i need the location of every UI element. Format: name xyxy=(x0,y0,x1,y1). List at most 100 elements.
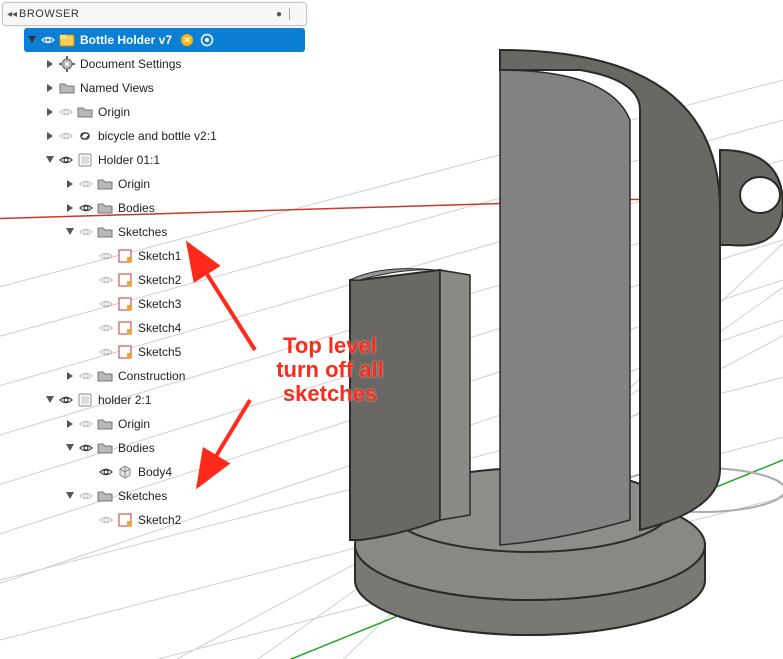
tree-row-holder1-origin[interactable]: Origin xyxy=(4,172,305,196)
expand-toggle[interactable] xyxy=(64,418,76,430)
folder-icon xyxy=(96,415,114,433)
link-icon xyxy=(76,127,94,145)
folder-icon xyxy=(96,367,114,385)
tree-row-document-settings[interactable]: Document Settings xyxy=(4,52,305,76)
browser-title: BROWSER xyxy=(19,8,273,20)
component-icon xyxy=(76,151,94,169)
visibility-toggle[interactable] xyxy=(78,488,94,504)
node-label: Sketch5 xyxy=(136,345,181,359)
visibility-toggle[interactable] xyxy=(58,104,74,120)
visibility-toggle[interactable] xyxy=(98,272,114,288)
folder-icon xyxy=(96,199,114,217)
node-label: Named Views xyxy=(78,81,154,95)
node-label: Origin xyxy=(116,177,150,191)
component-icon xyxy=(76,391,94,409)
expand-toggle[interactable] xyxy=(44,394,56,406)
expand-toggle[interactable] xyxy=(64,490,76,502)
sketch-icon xyxy=(116,295,134,313)
tree-row-sketch[interactable]: Sketch3 xyxy=(4,292,305,316)
node-label: Construction xyxy=(116,369,185,383)
visibility-toggle[interactable] xyxy=(58,128,74,144)
expand-toggle[interactable] xyxy=(64,178,76,190)
visibility-toggle[interactable] xyxy=(78,416,94,432)
tree-row-holder2[interactable]: holder 2:1 xyxy=(4,388,305,412)
node-label: Bodies xyxy=(116,201,155,215)
visibility-toggle[interactable] xyxy=(78,224,94,240)
expand-toggle[interactable] xyxy=(64,226,76,238)
tree-row-holder1-bodies[interactable]: Bodies xyxy=(4,196,305,220)
sketch-icon xyxy=(116,247,134,265)
folder-icon xyxy=(76,103,94,121)
node-label: Sketch2 xyxy=(136,273,181,287)
expand-toggle[interactable] xyxy=(26,34,38,46)
body-icon xyxy=(116,463,134,481)
node-label: Sketches xyxy=(116,489,167,503)
tree-row-holder2-sketches[interactable]: Sketches xyxy=(4,484,305,508)
node-label: Document Settings xyxy=(78,57,181,71)
visibility-toggle[interactable] xyxy=(98,320,114,336)
component-icon xyxy=(58,31,76,49)
visibility-toggle[interactable] xyxy=(58,152,74,168)
visibility-toggle[interactable] xyxy=(98,296,114,312)
expand-toggle[interactable] xyxy=(44,82,56,94)
tree-row-holder2-bodies[interactable]: Bodies xyxy=(4,436,305,460)
node-label: Origin xyxy=(116,417,150,431)
rewind-icon[interactable]: ◂◂ xyxy=(5,9,19,20)
browser-header[interactable]: ◂◂ BROWSER ● xyxy=(2,2,307,26)
visibility-toggle[interactable] xyxy=(98,512,114,528)
tree-row-sketch[interactable]: Sketch2 xyxy=(4,508,305,532)
node-label: Holder 01:1 xyxy=(96,153,160,167)
target-icon[interactable] xyxy=(198,31,216,49)
sketch-icon xyxy=(116,271,134,289)
settings-bar-icon[interactable] xyxy=(289,8,302,20)
visibility-toggle[interactable] xyxy=(78,368,94,384)
node-label: Sketch4 xyxy=(136,321,181,335)
expand-toggle[interactable] xyxy=(64,442,76,454)
node-label: Sketches xyxy=(116,225,167,239)
node-label: bicycle and bottle v2:1 xyxy=(96,129,217,143)
tree-row-origin[interactable]: Origin xyxy=(4,100,305,124)
tree-row-holder1[interactable]: Holder 01:1 xyxy=(4,148,305,172)
expand-toggle[interactable] xyxy=(64,202,76,214)
sketch-icon xyxy=(116,511,134,529)
tree-row-sketch[interactable]: Sketch1 xyxy=(4,244,305,268)
tree-row-named-views[interactable]: Named Views xyxy=(4,76,305,100)
visibility-toggle[interactable] xyxy=(40,32,56,48)
tree-row-construction[interactable]: Construction xyxy=(4,364,305,388)
visibility-toggle[interactable] xyxy=(98,248,114,264)
folder-icon xyxy=(58,79,76,97)
tree-row-sketch[interactable]: Sketch2 xyxy=(4,268,305,292)
warning-icon[interactable]: ✕ xyxy=(178,31,196,49)
tree-row-holder1-sketches[interactable]: Sketches xyxy=(4,220,305,244)
svg-text:✕: ✕ xyxy=(183,35,191,45)
gear-icon xyxy=(58,55,76,73)
sketch-icon xyxy=(116,319,134,337)
tree-row-sketch[interactable]: Sketch5 xyxy=(4,340,305,364)
expand-toggle[interactable] xyxy=(44,58,56,70)
visibility-toggle[interactable] xyxy=(58,392,74,408)
visibility-toggle[interactable] xyxy=(78,440,94,456)
expand-toggle[interactable] xyxy=(64,370,76,382)
expand-toggle[interactable] xyxy=(44,106,56,118)
expand-toggle[interactable] xyxy=(44,130,56,142)
node-label: Bodies xyxy=(116,441,155,455)
tree-row-root[interactable]: Bottle Holder v7 ✕ xyxy=(4,28,305,52)
visibility-toggle[interactable] xyxy=(98,344,114,360)
tree-row-sketch[interactable]: Sketch4 xyxy=(4,316,305,340)
tree-row-linked[interactable]: bicycle and bottle v2:1 xyxy=(4,124,305,148)
settings-dot-icon[interactable]: ● xyxy=(273,8,285,20)
tree-row-holder2-origin[interactable]: Origin xyxy=(4,412,305,436)
visibility-toggle[interactable] xyxy=(78,176,94,192)
sketch-icon xyxy=(116,343,134,361)
node-label: holder 2:1 xyxy=(96,393,151,407)
browser-tree[interactable]: Bottle Holder v7 ✕ Document Settings xyxy=(2,28,307,532)
browser-panel[interactable]: ◂◂ BROWSER ● Bottle Holder v7 xyxy=(2,2,307,532)
folder-icon xyxy=(96,223,114,241)
tree-row-body[interactable]: Body4 xyxy=(4,460,305,484)
folder-icon xyxy=(96,487,114,505)
node-label: Sketch3 xyxy=(136,297,181,311)
expand-toggle[interactable] xyxy=(44,154,56,166)
visibility-toggle[interactable] xyxy=(98,464,114,480)
folder-icon xyxy=(96,175,114,193)
visibility-toggle[interactable] xyxy=(78,200,94,216)
